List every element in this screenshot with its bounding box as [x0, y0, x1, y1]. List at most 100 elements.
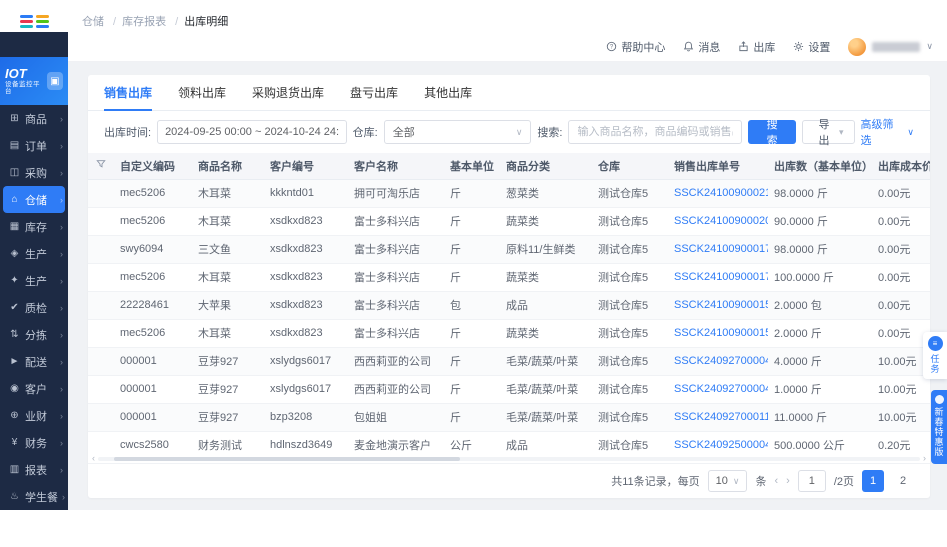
cell-quantity: 98.0000 斤 [768, 179, 872, 208]
question-circle-icon: ? [606, 41, 617, 52]
sidebar-item[interactable]: ◉ 客户 › [0, 375, 68, 402]
cell-custom-code: mec5206 [114, 319, 192, 348]
cell-product-name: 豆芽927 [192, 403, 264, 432]
warehouse-select[interactable]: 全部 ∨ [383, 120, 532, 144]
cell-quantity: 2.0000 斤 [768, 319, 872, 348]
prev-page-icon[interactable]: ‹ [774, 475, 778, 487]
cell-quantity: 98.0000 斤 [768, 235, 872, 264]
cell-customer-code: xsdkxd823 [264, 207, 348, 236]
sidebar-item[interactable]: ◫ 采购 › [0, 159, 68, 186]
sidebar-item-label: 分拣 [25, 329, 47, 342]
advanced-filter-link[interactable]: 高级筛选 ∨ [861, 116, 914, 148]
sidebar-item[interactable]: ♨ 学生餐 › [0, 483, 68, 510]
sidebar-item-icon: ◈ [10, 248, 19, 259]
settings-button[interactable]: 设置 [793, 39, 830, 55]
column-header: 基本单位 [444, 153, 500, 180]
advanced-filter-label: 高级筛选 [860, 119, 894, 147]
chevron-right-icon: › [60, 437, 63, 448]
column-settings-icon[interactable] [88, 153, 114, 180]
search-button[interactable]: 搜索 [748, 119, 797, 147]
cell-custom-code: 000001 [114, 375, 192, 404]
tab-outbound-type[interactable]: 其他出库 [424, 84, 472, 110]
cell-custom-code: swy6094 [114, 235, 192, 264]
sidebar-item[interactable]: ▥ 报表 › [0, 456, 68, 483]
cell-customer-name: 西西莉亚的公司 [348, 347, 444, 376]
user-menu[interactable]: ∨ [848, 37, 933, 56]
cell-outbound-order-link[interactable]: SSCK24100900021 [668, 179, 768, 208]
promo-banner[interactable]: 新春特惠版 [931, 390, 947, 464]
date-range-input[interactable] [157, 120, 347, 144]
cell-outbound-order-link[interactable]: SSCK24100900017 [668, 263, 768, 292]
tab-outbound-type[interactable]: 销售出库 [104, 84, 153, 111]
scrollbar-thumb[interactable] [114, 456, 460, 461]
task-float-button[interactable]: ≡ 任务 [923, 332, 947, 379]
cell-custom-code: mec5206 [114, 207, 192, 236]
sidebar-item-label: 库存 [25, 221, 47, 234]
messages-label: 消息 [698, 41, 721, 54]
sidebar-item[interactable]: ⊕ 业财 › [0, 402, 68, 429]
sidebar-item[interactable]: ◈ 生产 › [0, 240, 68, 267]
export-button[interactable]: 导出 ▾ [802, 119, 855, 147]
cell-custom-code: mec5206 [114, 179, 192, 208]
sidebar-item-icon: ⇅ [10, 329, 19, 340]
cell-warehouse: 测试仓库5 [592, 263, 668, 292]
sidebar-item-label: 客户 [25, 383, 47, 396]
scrollbar-track[interactable] [98, 456, 920, 461]
chevron-down-icon: ∨ [732, 475, 740, 486]
table-row: 000001 豆芽927 bzp3208 包姐姐 斤 毛菜/蔬菜/叶菜 测试仓库… [88, 403, 930, 432]
cell-base-unit: 斤 [444, 207, 500, 236]
cell-outbound-order-link[interactable]: SSCK24100900015 [668, 291, 768, 320]
iot-platform-banner[interactable]: IOT 设备监控平台 ▣ [0, 57, 68, 105]
chevron-right-icon: › [60, 383, 63, 394]
breadcrumb-section[interactable]: 仓储 [82, 13, 116, 29]
sidebar-item[interactable]: ⇅ 分拣 › [0, 321, 68, 348]
sidebar-item[interactable]: ⊞ 商品 › [0, 105, 68, 132]
outbound-type-tabs: 销售出库 领料出库 采购退货出库 盘亏出库 其他出库 [88, 75, 930, 111]
tab-outbound-type[interactable]: 盘亏出库 [350, 84, 398, 110]
scroll-right-icon[interactable]: › [923, 454, 926, 463]
sidebar-item[interactable]: ⌂ 仓储 › [3, 186, 65, 213]
cell-warehouse: 测试仓库5 [592, 235, 668, 264]
jump-page-input[interactable] [797, 470, 826, 492]
search-input[interactable] [568, 120, 743, 144]
cell-product-name: 豆芽927 [192, 347, 264, 376]
iot-platform-text: IOT 设备监控平台 [5, 66, 43, 96]
settings-label: 设置 [808, 41, 831, 54]
table-row: swy6094 三文鱼 xsdkxd823 富士多科兴店 斤 原料11/生鲜类 … [88, 235, 930, 264]
tab-outbound-type[interactable]: 采购退货出库 [252, 84, 324, 110]
page-number-button[interactable]: 2 [892, 470, 914, 492]
cell-row-gutter [88, 291, 114, 320]
page-number-button[interactable]: 1 [862, 470, 884, 492]
help-center-button[interactable]: ? 帮助中心 [606, 39, 665, 55]
cell-customer-code: kkkntd01 [264, 179, 348, 208]
cell-outbound-order-link[interactable]: SSCK24100900020 [668, 207, 768, 236]
sidebar-item-label: 配送 [25, 356, 47, 369]
scroll-left-icon[interactable]: ‹ [92, 454, 95, 463]
pagination: 共11条记录，每页 10 ∨ 条 ‹ › /2页 12 [88, 464, 930, 498]
cell-category: 原料11/生鲜类 [500, 235, 592, 264]
sidebar-item[interactable]: ▤ 订单 › [0, 132, 68, 159]
sidebar-item[interactable]: ¥ 财务 › [0, 429, 68, 456]
breadcrumb-parent[interactable]: 库存报表 [122, 13, 178, 29]
cell-outbound-order-link[interactable]: SSCK24100900015 [668, 319, 768, 348]
cell-outbound-order-link[interactable]: SSCK24092700011 [668, 403, 768, 432]
cell-outbound-order-link[interactable]: SSCK24092500004 [668, 431, 768, 454]
cell-outbound-order-link[interactable]: SSCK24092700004 [668, 375, 768, 404]
cell-outbound-order-link[interactable]: SSCK24092700004 [668, 347, 768, 376]
cell-customer-name: 包姐姐 [348, 403, 444, 432]
sidebar-item[interactable]: ► 配送 › [0, 348, 68, 375]
messages-button[interactable]: 消息 [683, 39, 720, 55]
warehouse-select-value: 全部 [392, 127, 415, 139]
tab-outbound-type[interactable]: 领料出库 [178, 84, 226, 110]
cell-cost-price: 0.20元 [872, 431, 930, 454]
chevron-down-icon: ∨ [926, 41, 933, 51]
sidebar-item[interactable]: ▦ 库存 › [0, 213, 68, 240]
page-size-select[interactable]: 10 ∨ [707, 470, 748, 492]
cell-customer-name: 麦金地演示客户 [348, 431, 444, 454]
sidebar-item[interactable]: ✔ 质检 › [0, 294, 68, 321]
cell-outbound-order-link[interactable]: SSCK24100900017 [668, 235, 768, 264]
sidebar-item[interactable]: ✦ 生产 › [0, 267, 68, 294]
next-page-icon[interactable]: › [786, 475, 790, 487]
table-row: mec5206 木耳菜 kkkntd01 拥可可淘乐店 斤 葱菜类 测试仓库5 … [88, 179, 930, 208]
outbound-quick-button[interactable]: 出库 [738, 39, 775, 55]
